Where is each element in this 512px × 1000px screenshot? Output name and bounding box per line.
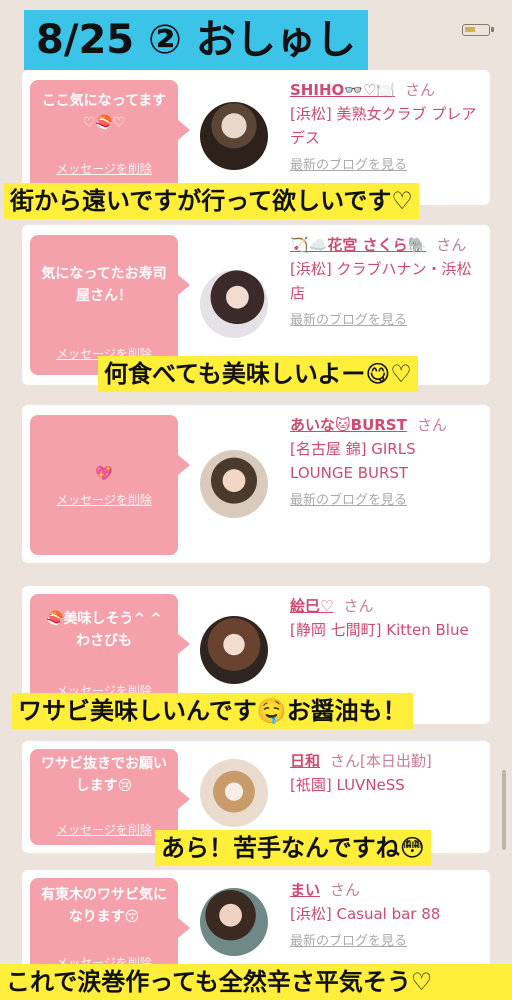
- message-text: 🍣美味しそう^ ^ わさびも: [46, 611, 162, 649]
- battery-level: [465, 27, 475, 32]
- honorific: さん: [436, 236, 467, 254]
- shop-info: [浜松] 美熟女クラブ プレアデス: [290, 105, 477, 147]
- honorific: さん: [330, 881, 361, 899]
- shop-info: [浜松] Casual bar 88: [290, 905, 441, 923]
- user-info: あいな🐱BURST さん [名古屋 錦] GIRLS LOUNGE BURST 最…: [290, 413, 480, 513]
- shop-info: [浜松] クラブハナン・浜松店: [290, 260, 472, 302]
- blog-link[interactable]: 最新のブログを見る: [290, 309, 480, 333]
- caption: 何食べても美味しいよー😋♡: [98, 356, 418, 392]
- scrollbar[interactable]: [502, 770, 506, 850]
- honorific: さん: [416, 416, 447, 434]
- user-info: まい さん [浜松] Casual bar 88 最新のブログを見る: [290, 878, 480, 954]
- message-text: 有東木のワサビ気になります😚: [41, 887, 167, 925]
- avatar[interactable]: [200, 102, 268, 170]
- blog-link[interactable]: 最新のブログを見る: [290, 930, 480, 954]
- message-text: 気になってたお寿司屋さん！: [41, 266, 167, 304]
- honorific: さん: [343, 597, 374, 615]
- page-title: 8/25 ② おしゅし: [24, 10, 368, 70]
- delete-message-link[interactable]: メッセージを削除: [30, 489, 178, 511]
- user-info: 🏹☁️花宮 さくら🐘 さん [浜松] クラブハナン・浜松店 最新のブログを見る: [290, 233, 480, 333]
- user-info: SHIHO👓♡🍽️ さん [浜松] 美熟女クラブ プレアデス 最新のブログを見る: [290, 78, 480, 178]
- shop-info: [祇園] LUVNeSS: [290, 776, 405, 794]
- message-bubble: 有東木のワサビ気になります😚 メッセージを削除: [30, 878, 190, 978]
- shop-info: [静岡 七間町] Kitten Blue: [290, 621, 469, 639]
- avatar[interactable]: [200, 270, 268, 338]
- blog-link[interactable]: 最新のブログを見る: [290, 489, 480, 513]
- avatar[interactable]: [200, 888, 268, 956]
- user-name-link[interactable]: SHIHO👓♡🍽️: [290, 81, 395, 99]
- message-text: 💖: [95, 466, 113, 482]
- caption: あら！苦手なんですね😳: [155, 830, 431, 866]
- caption: ワサビ美味しいんです🤤お醤油も！: [12, 693, 413, 729]
- user-name-link[interactable]: 絵巳♡: [290, 597, 333, 615]
- user-name-link[interactable]: あいな🐱BURST: [290, 416, 407, 434]
- message-bubble: ここ気になってます♡🍣♡ メッセージを削除: [30, 80, 190, 190]
- blog-link[interactable]: 最新のブログを見る: [290, 154, 480, 178]
- user-name-link[interactable]: まい: [290, 881, 320, 899]
- user-info: 日和 さん[本日出勤] [祇園] LUVNeSS: [290, 749, 480, 797]
- user-name-link[interactable]: 日和: [290, 752, 320, 770]
- message-text: ワサビ抜きでお願いします😢: [41, 756, 167, 794]
- user-info: 絵巳♡ さん [静岡 七間町] Kitten Blue: [290, 594, 480, 642]
- message-card: 💖 メッセージを削除 あいな🐱BURST さん [名古屋 錦] GIRLS LOU…: [22, 405, 490, 563]
- user-name-link[interactable]: 🏹☁️花宮 さくら🐘: [290, 236, 426, 254]
- caption: これで涙巻作っても全然辛さ平気そう♡: [0, 964, 512, 1000]
- message-text: ここ気になってます♡🍣♡: [41, 93, 167, 131]
- caption: 街から遠いですが行って欲しいです♡: [4, 183, 419, 219]
- shop-info: [名古屋 錦] GIRLS LOUNGE BURST: [290, 440, 416, 482]
- honorific: さん: [405, 81, 436, 99]
- message-bubble: 💖 メッセージを削除: [30, 415, 190, 555]
- avatar[interactable]: [200, 450, 268, 518]
- battery-icon: [462, 24, 494, 36]
- avatar[interactable]: [200, 759, 268, 827]
- message-bubble: 気になってたお寿司屋さん！ メッセージを削除: [30, 235, 190, 375]
- delete-message-link[interactable]: メッセージを削除: [30, 158, 178, 180]
- avatar[interactable]: [200, 616, 268, 684]
- honorific: さん[本日出勤]: [330, 752, 432, 770]
